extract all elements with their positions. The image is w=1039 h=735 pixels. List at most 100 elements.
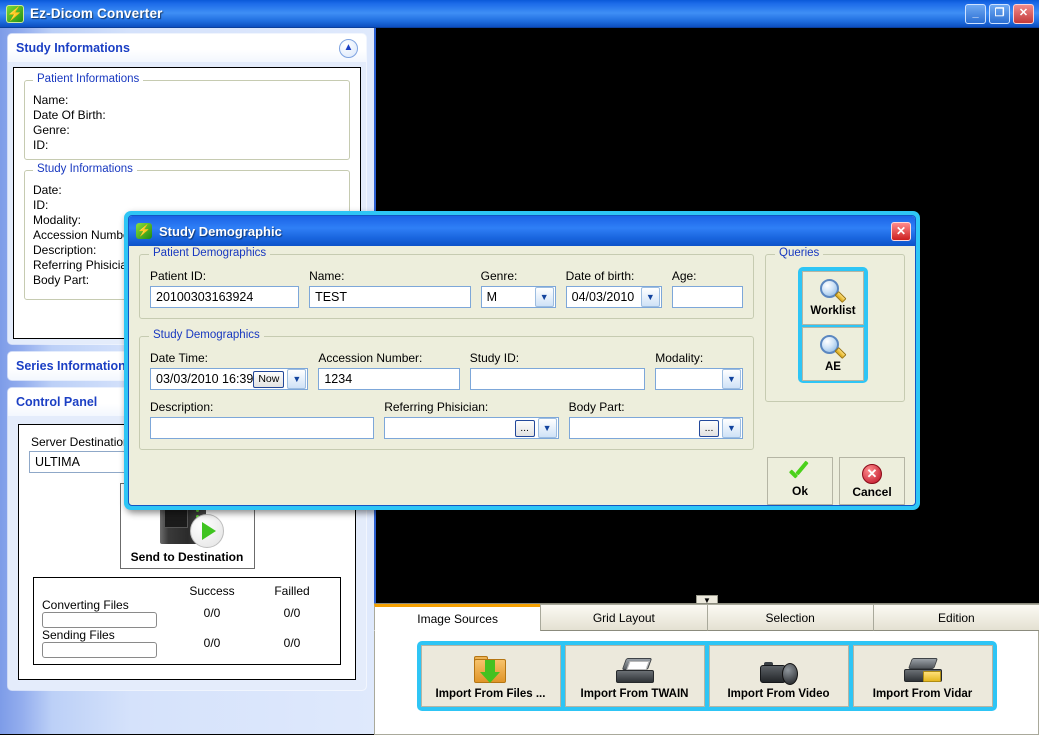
date-time-label: Date Time: bbox=[150, 351, 209, 365]
cancel-button[interactable]: ✕ Cancel bbox=[839, 457, 905, 505]
cancel-circle-icon: ✕ bbox=[862, 463, 882, 484]
import-buttons-group: Import From Files ... Import From TWAIN bbox=[416, 641, 997, 711]
tab-content-image-sources: Import From Files ... Import From TWAIN bbox=[374, 631, 1039, 735]
patient-id-input[interactable]: 20100303163924 bbox=[150, 286, 300, 308]
panel-title-series-informations: Series Informations bbox=[16, 359, 133, 373]
date-of-birth-input[interactable]: 04/03/2010 ▼ bbox=[565, 286, 662, 308]
converting-files-label: Converting Files bbox=[42, 598, 129, 612]
group-legend-queries: Queries bbox=[775, 247, 824, 259]
genre-label: Genre: bbox=[480, 269, 518, 283]
sending-failed-value: 0/0 bbox=[283, 636, 301, 650]
stats-header-failed: Failled bbox=[274, 584, 310, 598]
referring-phisician-label: Referring Phisician: bbox=[384, 400, 489, 414]
referring-browse-button[interactable]: ... bbox=[514, 419, 535, 437]
ae-label: AE bbox=[825, 361, 841, 373]
group-queries: Queries Worklist AE bbox=[765, 247, 905, 402]
close-button[interactable]: ✕ bbox=[1013, 3, 1034, 24]
patient-id-label: Patient ID: bbox=[150, 269, 207, 283]
group-legend-study-informations: Study Informations bbox=[33, 163, 137, 175]
dialog-close-button[interactable]: ✕ bbox=[891, 221, 911, 241]
study-demographic-dialog: ⚡ Study Demographic ✕ Patient Demographi… bbox=[124, 211, 920, 510]
accession-number-input[interactable]: 1234 bbox=[318, 368, 460, 390]
genre-value: M bbox=[486, 290, 498, 304]
worklist-label: Worklist bbox=[810, 305, 856, 317]
import-from-files-label: Import From Files ... bbox=[435, 688, 546, 700]
body-part-browse-button[interactable]: ... bbox=[699, 419, 719, 437]
panel-header-study-informations[interactable]: Study Informations ▲ bbox=[8, 34, 366, 62]
study-id-label: Study ID: bbox=[469, 351, 520, 365]
referring-phisician-input[interactable]: ... ▼ bbox=[384, 417, 559, 439]
ae-query-button[interactable]: AE bbox=[802, 327, 864, 381]
chevron-down-icon[interactable]: ▼ bbox=[640, 287, 660, 307]
group-legend-patient-informations: Patient Informations bbox=[33, 73, 144, 85]
import-from-video-label: Import From Video bbox=[727, 688, 830, 700]
import-from-twain-button[interactable]: Import From TWAIN bbox=[564, 645, 705, 707]
video-camera-icon bbox=[759, 652, 798, 686]
check-icon bbox=[788, 465, 812, 483]
dialog-title-bar: ⚡ Study Demographic ✕ bbox=[129, 216, 915, 246]
modality-label: Modality: bbox=[655, 351, 704, 365]
field-dob-label: Date Of Birth: bbox=[33, 108, 106, 122]
chevron-down-icon[interactable]: ▼ bbox=[722, 418, 741, 438]
panel-title-control-panel: Control Panel bbox=[16, 395, 98, 409]
date-time-input[interactable]: 03/03/2010 16:39 Now ▼ bbox=[150, 368, 309, 390]
folder-download-icon bbox=[473, 652, 508, 686]
modality-select[interactable]: ▼ bbox=[655, 368, 743, 390]
transfer-stats-table: Success Failled Converting Files 0/0 0/0 bbox=[33, 577, 341, 665]
date-time-value: 03/03/2010 16:39 bbox=[156, 372, 254, 386]
date-of-birth-label: Date of birth: bbox=[565, 269, 635, 283]
chevron-down-icon[interactable]: ▼ bbox=[534, 287, 554, 307]
window-controls: _ ❐ ✕ bbox=[965, 3, 1039, 24]
sending-files-progressbar bbox=[42, 642, 157, 658]
patient-name-input[interactable]: TEST bbox=[309, 286, 471, 308]
tab-grid-layout[interactable]: Grid Layout bbox=[540, 604, 708, 631]
server-destination-value: ULTIMA bbox=[35, 455, 80, 469]
dialog-title: Study Demographic bbox=[159, 223, 282, 239]
sending-success-value: 0/0 bbox=[203, 636, 221, 650]
dialog-inner-frame: ⚡ Study Demographic ✕ Patient Demographi… bbox=[128, 215, 916, 506]
group-legend-patient-demographics: Patient Demographics bbox=[149, 247, 271, 259]
body-part-label: Body Part: bbox=[568, 400, 625, 414]
chevron-down-icon[interactable]: ▼ bbox=[722, 369, 741, 389]
description-input[interactable] bbox=[150, 417, 375, 439]
application-window: ⚡ Ez-Dicom Converter _ ❐ ✕ Study Informa… bbox=[0, 0, 1039, 735]
stats-header-success: Success bbox=[189, 584, 235, 598]
scanner-icon bbox=[615, 652, 654, 686]
worklist-query-button[interactable]: Worklist bbox=[802, 271, 864, 325]
cancel-label: Cancel bbox=[852, 484, 892, 499]
import-from-vidar-label: Import From Vidar bbox=[872, 688, 973, 700]
dialog-action-buttons: Ok ✕ Cancel bbox=[767, 457, 905, 505]
chevron-down-icon[interactable]: ▼ bbox=[537, 418, 557, 438]
date-of-birth-value: 04/03/2010 bbox=[571, 290, 635, 304]
chevron-up-icon[interactable]: ▲ bbox=[339, 38, 358, 58]
window-title-bar: ⚡ Ez-Dicom Converter _ ❐ ✕ bbox=[0, 0, 1039, 28]
age-input[interactable] bbox=[671, 286, 743, 308]
group-patient-informations: Patient Informations Name: Date Of Birth… bbox=[24, 73, 350, 160]
ok-button[interactable]: Ok bbox=[767, 457, 833, 505]
bottom-tab-panel: Image Sources Grid Layout Selection Edit… bbox=[374, 603, 1039, 735]
accession-number-label: Accession Number: bbox=[318, 351, 423, 365]
magnifier-icon bbox=[820, 335, 847, 361]
now-button[interactable]: Now bbox=[253, 370, 285, 388]
age-label: Age: bbox=[671, 269, 697, 283]
tab-image-sources[interactable]: Image Sources bbox=[374, 604, 542, 631]
tab-selection[interactable]: Selection bbox=[706, 604, 874, 631]
import-from-video-button[interactable]: Import From Video bbox=[708, 645, 849, 707]
tab-edition[interactable]: Edition bbox=[872, 604, 1039, 631]
maximize-button[interactable]: ❐ bbox=[989, 3, 1010, 24]
lightning-icon: ⚡ bbox=[136, 223, 152, 239]
patient-name-label: Name: bbox=[309, 269, 345, 283]
dialog-body: Patient Demographics Patient ID: 2010030… bbox=[129, 246, 915, 505]
vidar-scanner-icon bbox=[903, 652, 942, 686]
panel-title-study-informations: Study Informations bbox=[16, 41, 130, 55]
field-id-label: ID: bbox=[33, 138, 49, 152]
body-part-input[interactable]: ... ▼ bbox=[568, 417, 743, 439]
genre-select[interactable]: M ▼ bbox=[480, 286, 556, 308]
send-to-destination-label: Send to Destination bbox=[130, 550, 244, 564]
minimize-button[interactable]: _ bbox=[965, 3, 986, 24]
import-from-vidar-button[interactable]: Import From Vidar bbox=[852, 645, 993, 707]
import-from-files-button[interactable]: Import From Files ... bbox=[420, 645, 561, 707]
chevron-down-icon[interactable]: ▼ bbox=[287, 369, 307, 389]
study-id-input[interactable] bbox=[469, 368, 646, 390]
patient-name-value: TEST bbox=[315, 290, 348, 304]
